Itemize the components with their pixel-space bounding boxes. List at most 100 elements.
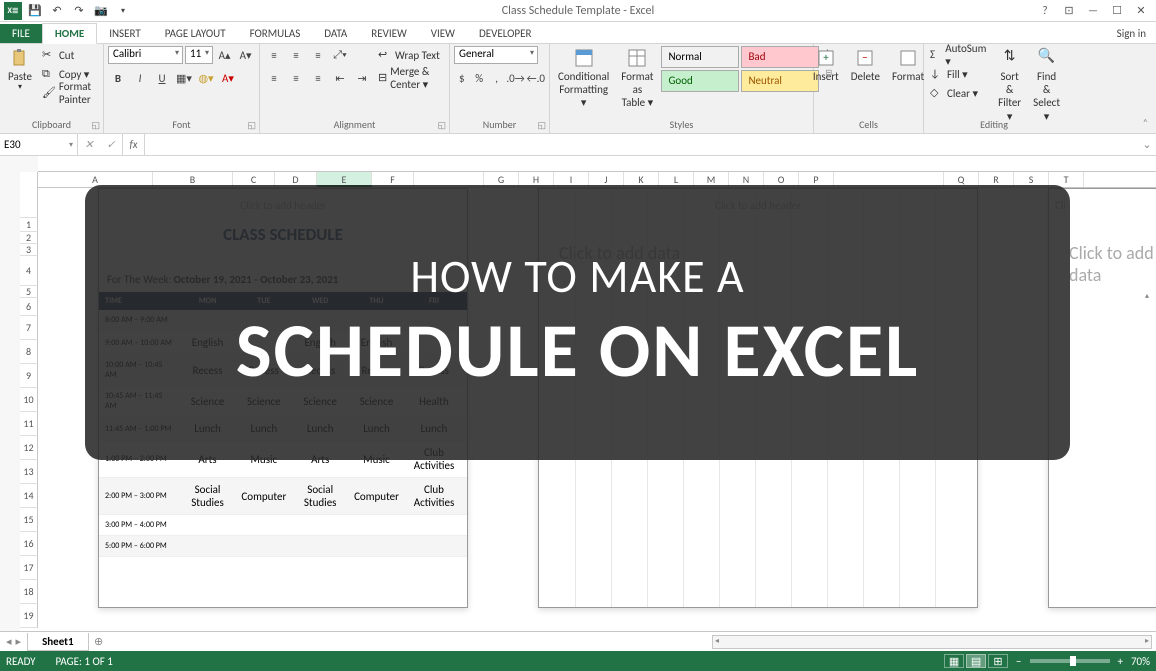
redo-icon[interactable]: ↷	[70, 2, 88, 20]
view-normal-icon[interactable]: ▦	[944, 654, 964, 668]
conditional-formatting-button[interactable]: Conditional Formatting ▾	[554, 46, 613, 112]
style-bad[interactable]: Bad	[741, 46, 819, 68]
align-middle-icon[interactable]: ≡	[286, 46, 306, 64]
row-header[interactable]: 6	[20, 298, 38, 316]
horizontal-scrollbar[interactable]	[712, 635, 1152, 649]
font-color-button[interactable]: A▾	[218, 69, 238, 87]
excel-app-icon[interactable]: X≣	[4, 2, 22, 20]
format-as-table-button[interactable]: Format as Table ▾	[617, 46, 657, 112]
row-header[interactable]: 4	[20, 256, 38, 286]
font-name-select[interactable]: Calibri	[108, 46, 183, 64]
zoom-level[interactable]: 70%	[1131, 655, 1150, 668]
view-page-layout-icon[interactable]: ▤	[966, 654, 986, 668]
qat-customize-icon[interactable]: ▾	[114, 2, 132, 20]
align-center-icon[interactable]: ≡	[286, 69, 306, 87]
row-headers[interactable]: 12345678910111213141516171819	[20, 188, 38, 631]
row-header[interactable]: 5	[20, 286, 38, 298]
expand-formula-bar-icon[interactable]: ⌄	[1138, 134, 1156, 155]
tab-formulas[interactable]: FORMULAS	[238, 24, 313, 43]
sheet-nav-first-icon[interactable]: ◂	[6, 635, 12, 648]
number-dialog-icon[interactable]: ◱	[537, 120, 546, 131]
wrap-text-button[interactable]: ↩Wrap Text	[376, 46, 445, 64]
enter-formula-icon[interactable]: ✓	[100, 138, 122, 151]
maximize-icon[interactable]: ☐	[1110, 4, 1124, 17]
vertical-scroll-up-icon[interactable]: ▴	[1140, 291, 1154, 305]
row-header[interactable]: 19	[20, 604, 38, 628]
table-row[interactable]: 3:00 PM – 4:00 PM	[99, 515, 467, 536]
tab-view[interactable]: VIEW	[419, 24, 467, 43]
row-header[interactable]: 18	[20, 580, 38, 604]
save-icon[interactable]: 💾	[26, 2, 44, 20]
clear-button[interactable]: ◇Clear ▾	[928, 84, 990, 102]
clipboard-dialog-icon[interactable]: ◱	[91, 120, 100, 131]
row-header[interactable]: 11	[20, 412, 38, 436]
zoom-out-icon[interactable]: −	[1016, 655, 1021, 668]
zoom-slider[interactable]	[1030, 659, 1110, 663]
number-format-select[interactable]: General	[454, 46, 538, 64]
row-header[interactable]: 15	[20, 508, 38, 532]
border-button[interactable]: ▦▾	[174, 69, 194, 87]
table-row[interactable]: 2:00 PM – 3:00 PMSocial StudiesComputerS…	[99, 478, 467, 515]
decrease-font-icon[interactable]: A▾	[236, 46, 255, 64]
paste-button[interactable]: Paste▾	[4, 46, 36, 95]
tab-review[interactable]: REVIEW	[359, 24, 419, 43]
fx-icon[interactable]: fx	[123, 134, 145, 155]
row-header[interactable]: 9	[20, 364, 38, 388]
tab-insert[interactable]: INSERT	[97, 24, 153, 43]
decrease-decimal-icon[interactable]: ←.0	[527, 69, 545, 87]
decrease-indent-icon[interactable]: ⇤	[330, 69, 350, 87]
align-top-icon[interactable]: ≡	[264, 46, 284, 64]
collapse-ribbon-icon[interactable]: ˄	[1135, 112, 1156, 133]
align-bottom-icon[interactable]: ≡	[308, 46, 328, 64]
sheet-tab-sheet1[interactable]: Sheet1	[27, 633, 89, 651]
row-header[interactable]: 13	[20, 460, 38, 484]
help-icon[interactable]: ?	[1038, 4, 1052, 17]
tab-developer[interactable]: DEVELOPER	[467, 24, 543, 43]
row-header[interactable]: 3	[20, 244, 38, 256]
align-left-icon[interactable]: ≡	[264, 69, 284, 87]
orientation-icon[interactable]: ⤢▾	[330, 46, 350, 64]
row-header[interactable]: 12	[20, 436, 38, 460]
undo-icon[interactable]: ↶	[48, 2, 66, 20]
name-box[interactable]: E30	[0, 134, 78, 155]
row-header[interactable]: 7	[20, 316, 38, 340]
tab-data[interactable]: DATA	[312, 24, 359, 43]
view-page-break-icon[interactable]: ⊞	[988, 654, 1008, 668]
camera-icon[interactable]: 📷	[92, 2, 110, 20]
cells-format-button[interactable]: Format	[888, 46, 928, 85]
font-dialog-icon[interactable]: ◱	[247, 120, 256, 131]
tab-page-layout[interactable]: PAGE LAYOUT	[153, 24, 238, 43]
align-right-icon[interactable]: ≡	[308, 69, 328, 87]
row-header[interactable]: 17	[20, 556, 38, 580]
autosum-button[interactable]: ΣAutoSum ▾	[928, 46, 990, 64]
fill-button[interactable]: ↓Fill ▾	[928, 65, 990, 83]
increase-indent-icon[interactable]: ⇥	[352, 69, 372, 87]
tab-file[interactable]: FILE	[0, 24, 42, 43]
increase-decimal-icon[interactable]: .0→	[506, 69, 524, 87]
format-painter-button[interactable]: 🖌Format Painter	[40, 84, 99, 102]
cells-delete-button[interactable]: − Delete	[847, 46, 884, 85]
font-size-select[interactable]: 11	[185, 46, 213, 64]
tab-home[interactable]: HOME	[42, 23, 97, 44]
cut-button[interactable]: ✂Cut	[40, 46, 99, 64]
cells-insert-button[interactable]: + Insert	[809, 46, 843, 85]
zoom-in-icon[interactable]: +	[1118, 655, 1123, 668]
comma-button[interactable]: ,	[489, 69, 504, 87]
sort-filter-button[interactable]: ⇅ Sort & Filter ▾	[994, 46, 1025, 125]
find-select-button[interactable]: 🔍 Find & Select ▾	[1029, 46, 1064, 125]
style-normal[interactable]: Normal	[661, 46, 739, 68]
ribbon-options-icon[interactable]: ⊡	[1062, 4, 1076, 17]
fill-color-button[interactable]: ◍▾	[196, 69, 216, 87]
row-header[interactable]: 10	[20, 388, 38, 412]
increase-font-icon[interactable]: A▴	[215, 46, 234, 64]
merge-center-button[interactable]: ⊟Merge & Center ▾	[376, 69, 445, 87]
italic-button[interactable]: I	[130, 69, 150, 87]
row-header[interactable]: 1	[20, 218, 38, 232]
cancel-formula-icon[interactable]: ✕	[78, 138, 100, 151]
add-sheet-icon[interactable]: ⊕	[89, 635, 109, 648]
bold-button[interactable]: B	[108, 69, 128, 87]
close-icon[interactable]: ✕	[1134, 4, 1148, 17]
currency-button[interactable]: $	[454, 69, 469, 87]
row-header[interactable]: 16	[20, 532, 38, 556]
style-neutral[interactable]: Neutral	[741, 70, 819, 92]
